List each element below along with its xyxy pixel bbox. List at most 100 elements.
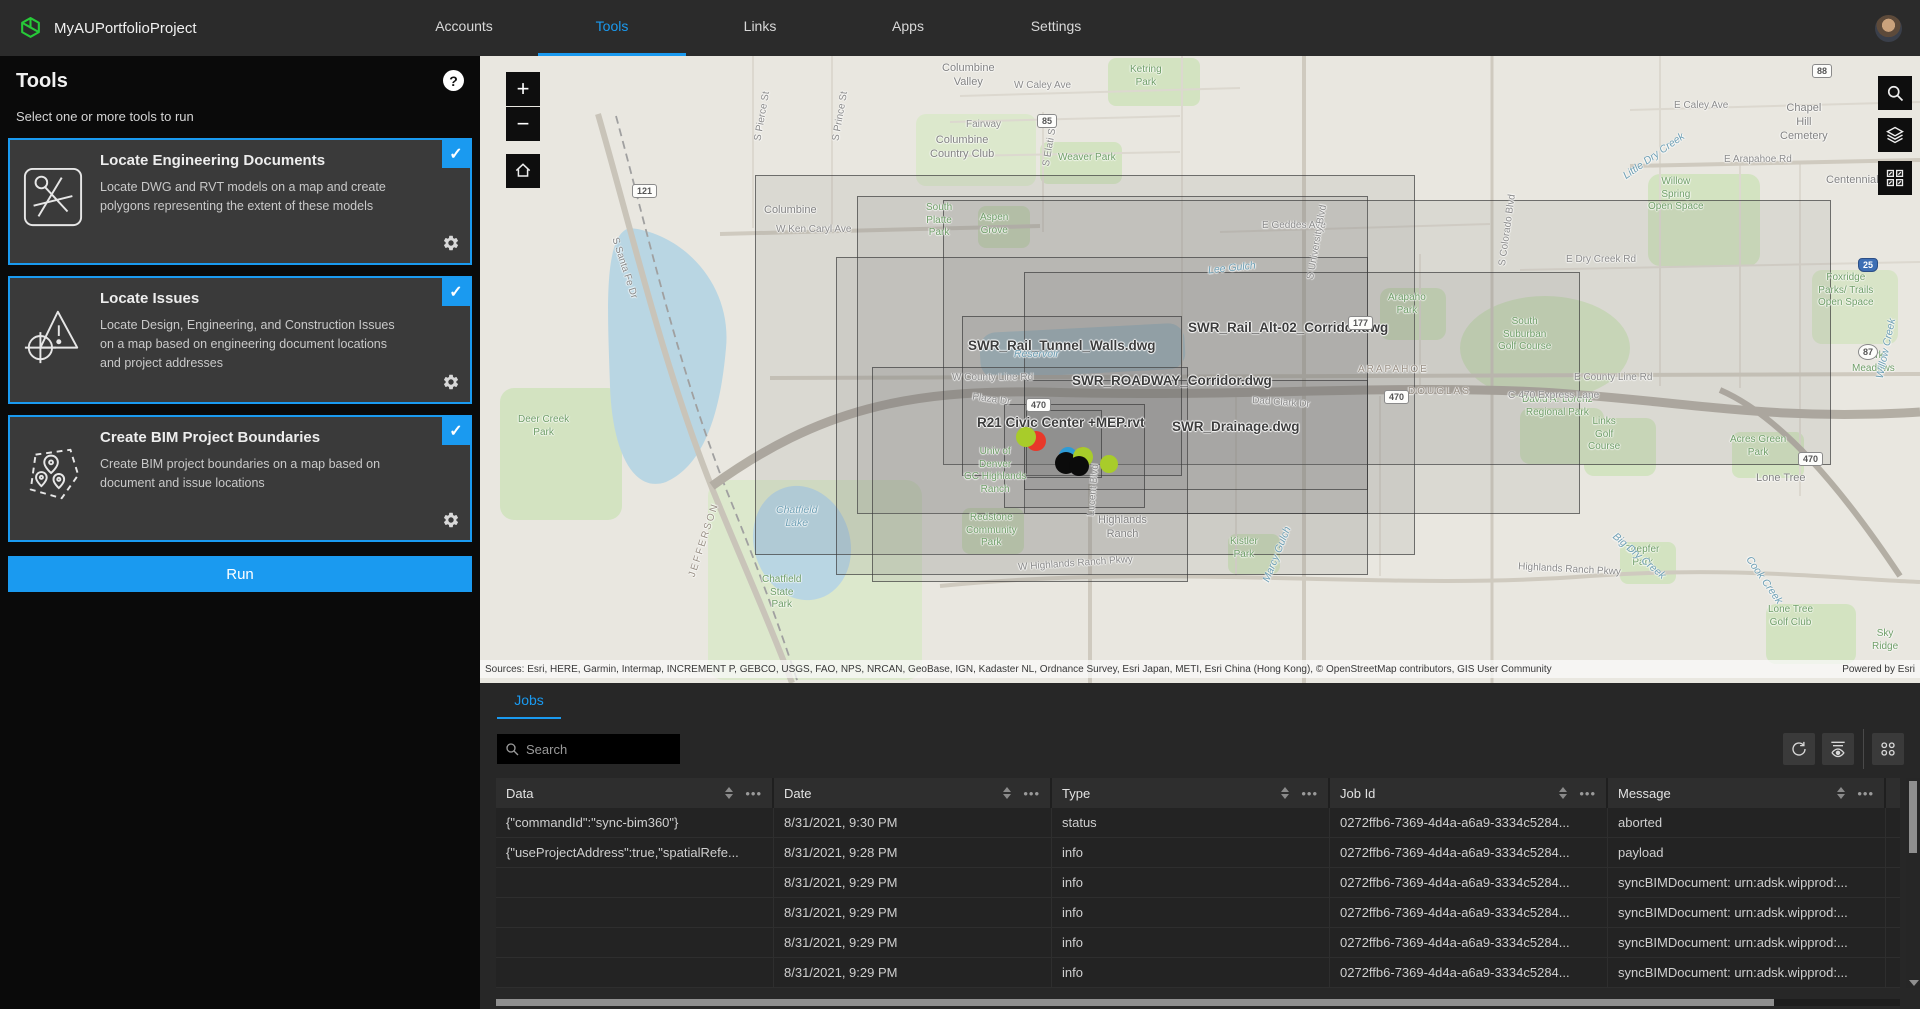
sort-arrows-icon[interactable] bbox=[725, 787, 733, 799]
tool-checkbox[interactable]: ✓ bbox=[442, 140, 470, 168]
column-menu-icon[interactable]: ••• bbox=[1579, 786, 1596, 801]
column-visibility-button[interactable] bbox=[1822, 733, 1854, 765]
map-attribution: Sources: Esri, HERE, Garmin, Intermap, I… bbox=[480, 660, 1920, 678]
highway-shield: 85 bbox=[1037, 114, 1057, 128]
table-row[interactable]: 8/31/2021, 9:29 PMinfo0272ffb6-7369-4d4a… bbox=[496, 958, 1900, 988]
column-label: Message bbox=[1618, 786, 1671, 801]
zoom-in-label: + bbox=[517, 78, 530, 100]
jobs-search-input[interactable] bbox=[526, 742, 673, 757]
nav-item-label: Links bbox=[744, 18, 777, 34]
map-place-label: Columbine Valley bbox=[942, 62, 995, 90]
map-search-button[interactable] bbox=[1878, 76, 1912, 110]
map-place-label: ARAPAHOE bbox=[1358, 364, 1429, 377]
highway-shield: 87 bbox=[1858, 344, 1878, 360]
map-place-label: South Platte Park bbox=[926, 202, 952, 240]
table-row[interactable]: 8/31/2021, 9:29 PMinfo0272ffb6-7369-4d4a… bbox=[496, 868, 1900, 898]
issue-marker[interactable] bbox=[1016, 427, 1036, 447]
issue-marker[interactable] bbox=[1069, 456, 1089, 476]
scrollbar-thumb[interactable] bbox=[1909, 781, 1917, 853]
top-bar: MyAUPortfolioProject AccountsTools Links A… bbox=[0, 0, 1920, 56]
layers-button[interactable] bbox=[1878, 118, 1912, 152]
nav-item-accounts[interactable]: Accounts bbox=[390, 0, 538, 56]
sort-arrows-icon[interactable] bbox=[1559, 787, 1567, 799]
table-row[interactable]: 8/31/2021, 9:29 PMinfo0272ffb6-7369-4d4a… bbox=[496, 928, 1900, 958]
refresh-icon bbox=[1790, 740, 1808, 758]
map-place-label: Univ of Denver GC Highlands Ranch bbox=[964, 446, 1026, 496]
scroll-down-arrow[interactable] bbox=[1909, 980, 1919, 986]
table-cell: syncBIMDocument: urn:adsk.wipprod:... bbox=[1608, 958, 1886, 987]
nav-item-label: Apps bbox=[892, 18, 924, 34]
refresh-button[interactable] bbox=[1783, 733, 1815, 765]
gear-icon[interactable] bbox=[442, 234, 460, 257]
table-cell: {"commandId":"sync-bim360"} bbox=[496, 808, 774, 837]
apps-grid-button[interactable] bbox=[1872, 733, 1904, 765]
gear-icon[interactable] bbox=[442, 373, 460, 396]
basemap-gallery-button[interactable] bbox=[1878, 161, 1912, 195]
table-row[interactable]: {"commandId":"sync-bim360"}8/31/2021, 9:… bbox=[496, 808, 1900, 838]
column-header-job-id[interactable]: Job Id ••• bbox=[1330, 778, 1608, 808]
map-view[interactable]: SWR_Rail_Tunnel_Walls.dwgSWR_Rail_Alt-02… bbox=[480, 56, 1920, 683]
tool-checkbox[interactable]: ✓ bbox=[442, 417, 470, 445]
nav-item-settings[interactable]: Settings bbox=[982, 0, 1130, 56]
map-place-label: E Dry Creek Rd bbox=[1566, 254, 1636, 267]
document-extent-label: SWR_Drainage.dwg bbox=[1172, 419, 1300, 434]
table-cell: syncBIMDocument: urn:adsk.wipprod:... bbox=[1608, 898, 1886, 927]
vertical-scrollbar[interactable] bbox=[1906, 778, 1920, 988]
drafting-icon bbox=[22, 152, 86, 233]
map-place-label: Acres Green Park bbox=[1730, 434, 1786, 459]
document-extent-label: SWR_ROADWAY_Corridor.dwg bbox=[1072, 373, 1272, 388]
attribution-text: Sources: Esri, HERE, Garmin, Intermap, I… bbox=[485, 664, 1552, 675]
sort-arrows-icon[interactable] bbox=[1837, 787, 1845, 799]
table-row[interactable]: 8/31/2021, 9:29 PMinfo0272ffb6-7369-4d4a… bbox=[496, 898, 1900, 928]
jobs-search[interactable] bbox=[497, 734, 680, 764]
column-header-type[interactable]: Type ••• bbox=[1052, 778, 1330, 808]
highway-shield: 121 bbox=[632, 184, 657, 198]
tool-card[interactable]: Locate Engineering Documents Locate DWG … bbox=[8, 138, 472, 265]
sort-arrows-icon[interactable] bbox=[1281, 787, 1289, 799]
zoom-in-button[interactable]: + bbox=[506, 72, 540, 106]
column-header-date[interactable]: Date ••• bbox=[774, 778, 1052, 808]
tool-description: Create BIM project boundaries on a map b… bbox=[100, 455, 400, 493]
column-header-message[interactable]: Message ••• bbox=[1608, 778, 1886, 808]
map-place-label: Centennial bbox=[1826, 174, 1879, 188]
tool-checkbox[interactable]: ✓ bbox=[442, 278, 470, 306]
map-place-label: Chatfield State Park bbox=[762, 574, 801, 612]
scrollbar-thumb[interactable] bbox=[496, 999, 1774, 1006]
zoom-out-button[interactable]: − bbox=[506, 107, 540, 141]
help-icon[interactable]: ? bbox=[443, 70, 464, 91]
user-avatar[interactable] bbox=[1875, 15, 1902, 42]
column-menu-icon[interactable]: ••• bbox=[1023, 786, 1040, 801]
layers-icon bbox=[1885, 125, 1905, 145]
panel-title: Tools bbox=[16, 70, 68, 93]
app-title: MyAUPortfolioProject bbox=[54, 20, 197, 37]
run-button[interactable]: Run bbox=[8, 556, 472, 592]
table-cell: 8/31/2021, 9:28 PM bbox=[774, 838, 1052, 867]
tool-card[interactable]: Create BIM Project Boundaries Create BIM… bbox=[8, 415, 472, 542]
home-button[interactable] bbox=[506, 154, 540, 188]
horizontal-scrollbar[interactable] bbox=[496, 999, 1900, 1006]
column-header-data[interactable]: Data ••• bbox=[496, 778, 774, 808]
highway-shield: 88 bbox=[1812, 64, 1832, 78]
column-label: Data bbox=[506, 786, 533, 801]
table-cell: syncBIMDocument: urn:adsk.wipprod:... bbox=[1608, 928, 1886, 957]
table-row[interactable]: {"useProjectAddress":true,"spatialRefe..… bbox=[496, 838, 1900, 868]
tab-jobs[interactable]: Jobs bbox=[497, 692, 561, 719]
eye-columns-icon bbox=[1828, 739, 1848, 759]
nav-item-label: Settings bbox=[1031, 18, 1082, 34]
column-menu-icon[interactable]: ••• bbox=[1301, 786, 1318, 801]
table-cell: 8/31/2021, 9:29 PM bbox=[774, 868, 1052, 897]
sort-arrows-icon[interactable] bbox=[1003, 787, 1011, 799]
map-place-label: E Caley Ave bbox=[1674, 100, 1728, 113]
issue-marker[interactable] bbox=[1100, 455, 1118, 473]
highway-shield: 470 bbox=[1798, 452, 1823, 466]
gear-icon[interactable] bbox=[442, 511, 460, 534]
nav-item-tools[interactable]: Tools bbox=[538, 0, 686, 56]
column-menu-icon[interactable]: ••• bbox=[1857, 786, 1874, 801]
map-place-label: W Ken Caryl Ave bbox=[776, 224, 851, 237]
nav-item-links[interactable]: Links bbox=[686, 0, 834, 56]
nav-item-apps[interactable]: Apps bbox=[834, 0, 982, 56]
document-extent-label: SWR_Rail_Tunnel_Walls.dwg bbox=[968, 338, 1156, 353]
table-cell: 8/31/2021, 9:30 PM bbox=[774, 808, 1052, 837]
tool-card[interactable]: Locate Issues Locate Design, Engineering… bbox=[8, 276, 472, 404]
column-menu-icon[interactable]: ••• bbox=[745, 786, 762, 801]
